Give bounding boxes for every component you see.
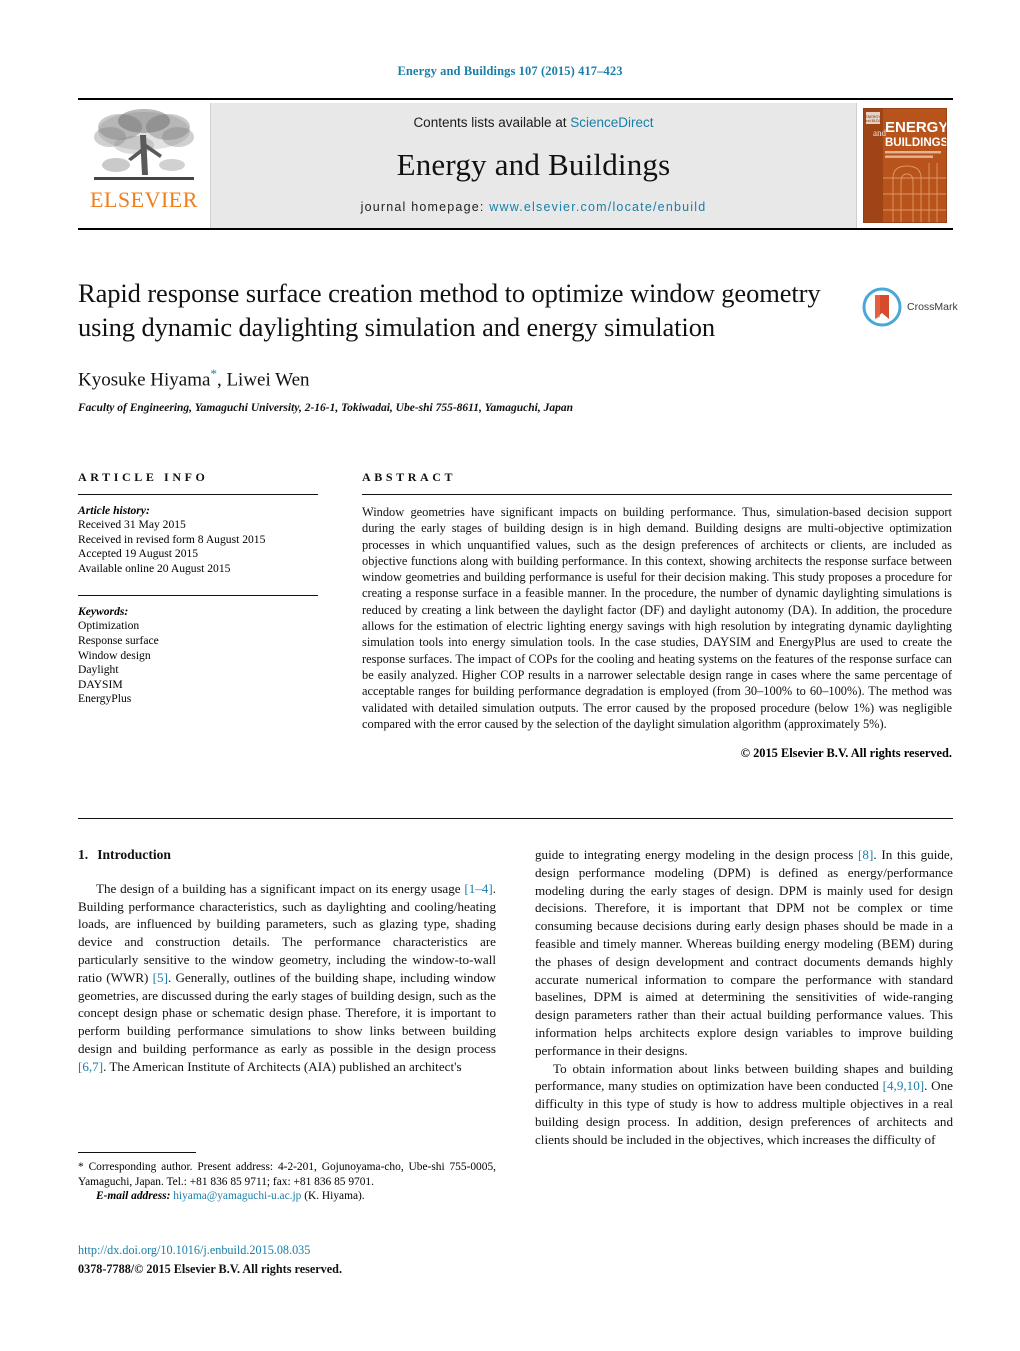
title-block: Rapid response surface creation method t… <box>78 276 838 414</box>
author-email-link[interactable]: hiyama@yamaguchi-u.ac.jp <box>173 1190 301 1202</box>
keywords-rule <box>78 595 318 597</box>
article-history-label: Article history: <box>78 504 150 517</box>
page-title: Rapid response surface creation method t… <box>78 278 821 342</box>
footnote-email-line: E-mail address: hiyama@yamaguchi-u.ac.jp… <box>78 1189 496 1204</box>
email-label: E-mail address: <box>96 1190 171 1203</box>
authors-rest: , Liwei Wen <box>216 369 310 391</box>
article-history-item: Accepted 19 August 2015 <box>78 547 199 561</box>
paragraph: To obtain information about links betwee… <box>535 1060 953 1149</box>
elsevier-logo: ELSEVIER <box>78 103 210 228</box>
keywords-label: Keywords: <box>78 605 129 619</box>
doi-link[interactable]: http://dx.doi.org/10.1016/j.enbuild.2015… <box>78 1243 508 1258</box>
citation-link[interactable]: [4,9,10] <box>883 1078 924 1093</box>
email-suffix: (K. Hiyama). <box>301 1190 365 1203</box>
citation-link[interactable]: [5] <box>153 970 168 985</box>
masthead-center: Contents lists available at ScienceDirec… <box>210 103 857 228</box>
author-list: Kyosuke Hiyama*, Liwei Wen <box>78 366 838 391</box>
svg-text:BUILDINGS: BUILDINGS <box>885 137 947 149</box>
article-info-block: ARTICLE INFO Article history: Received 3… <box>78 470 318 707</box>
keyword-item: Optimization <box>78 619 140 633</box>
corresponding-author-footnote: * Corresponding author. Present address:… <box>78 1152 496 1204</box>
citation-link[interactable]: [8] <box>858 847 873 862</box>
crossmark-label: CrossMark <box>907 301 958 313</box>
crossmark-icon <box>862 287 902 327</box>
journal-cover-thumbnail: ENERGY and BLDG and ENERGY BUILDINGS <box>857 103 953 228</box>
contents-prefix: Contents lists available at <box>413 115 571 130</box>
issn-copyright: 0378-7788/© 2015 Elsevier B.V. All right… <box>78 1262 343 1276</box>
article-history-item: Received in revised form 8 August 2015 <box>78 532 266 546</box>
paragraph-text: The design of a building has a significa… <box>96 880 465 896</box>
paragraph: The design of a building has a significa… <box>78 880 496 1076</box>
keyword-item: Response surface <box>78 633 159 647</box>
journal-masthead: ELSEVIER Contents lists available at Sci… <box>78 98 953 230</box>
footnote-text: * Corresponding author. Present address:… <box>78 1160 496 1189</box>
elsevier-wordmark: ELSEVIER <box>90 187 198 212</box>
keyword-item: DAYSIM <box>78 677 123 691</box>
footnote-rule <box>78 1152 196 1153</box>
abstract-block: ABSTRACT Window geometries have signific… <box>362 470 952 761</box>
paper-page: Energy and Buildings 107 (2015) 417–423 <box>0 0 1020 1351</box>
body-separator-rule <box>78 818 953 819</box>
section-title-text: Introduction <box>97 847 171 862</box>
authors-names: Kyosuke Hiyama <box>78 369 211 391</box>
abstract-text: Window geometries have significant impac… <box>362 505 952 731</box>
section-number: 1. <box>78 847 89 862</box>
elsevier-tree-icon <box>94 109 194 180</box>
paragraph-text: . The American Institute of Architects (… <box>103 1058 462 1074</box>
keyword-item: Window design <box>78 648 151 662</box>
paragraph-text: guide to integrating energy modeling in … <box>535 847 859 862</box>
svg-text:ENERGY: ENERGY <box>885 119 947 136</box>
citation-link[interactable]: [6,7] <box>78 1059 103 1074</box>
journal-homepage-link[interactable]: www.elsevier.com/locate/enbuild <box>489 200 706 214</box>
keyword-item: Daylight <box>78 663 119 677</box>
journal-homepage-line: journal homepage: www.elsevier.com/locat… <box>361 200 707 214</box>
footer-metadata: http://dx.doi.org/10.1016/j.enbuild.2015… <box>78 1243 508 1278</box>
article-info-rule <box>78 494 318 495</box>
section-heading-introduction: 1. Introduction <box>78 846 496 864</box>
homepage-prefix: journal homepage: <box>360 200 485 214</box>
keyword-item: EnergyPlus <box>78 692 132 706</box>
sciencedirect-link[interactable]: ScienceDirect <box>570 115 653 130</box>
citation-link[interactable]: [1–4] <box>464 881 492 896</box>
journal-cover-image: ENERGY and BLDG and ENERGY BUILDINGS <box>863 108 947 223</box>
crossmark-badge[interactable]: CrossMark <box>862 285 958 329</box>
article-info-heading: ARTICLE INFO <box>78 470 209 484</box>
contents-available-line: Contents lists available at ScienceDirec… <box>413 115 653 130</box>
svg-text:and BLDG: and BLDG <box>865 119 882 123</box>
footnote-body: Corresponding author. Present address: 4… <box>78 1161 496 1188</box>
running-head: Energy and Buildings 107 (2015) 417–423 <box>397 64 623 78</box>
paragraph: guide to integrating energy modeling in … <box>535 846 953 1060</box>
body-column-right: guide to integrating energy modeling in … <box>535 846 953 1149</box>
abstract-rule <box>362 494 952 495</box>
journal-title: Energy and Buildings <box>396 147 671 182</box>
paragraph-text: . In this guide, design performance mode… <box>535 847 953 1058</box>
body-column-left: 1. Introduction The design of a building … <box>78 846 496 1076</box>
author-affiliation: Faculty of Engineering, Yamaguchi Univer… <box>78 402 573 415</box>
article-history-item: Received 31 May 2015 <box>78 518 186 531</box>
abstract-copyright: © 2015 Elsevier B.V. All rights reserved… <box>740 746 952 761</box>
abstract-heading: ABSTRACT <box>362 470 457 484</box>
article-history-item: Available online 20 August 2015 <box>78 561 231 575</box>
